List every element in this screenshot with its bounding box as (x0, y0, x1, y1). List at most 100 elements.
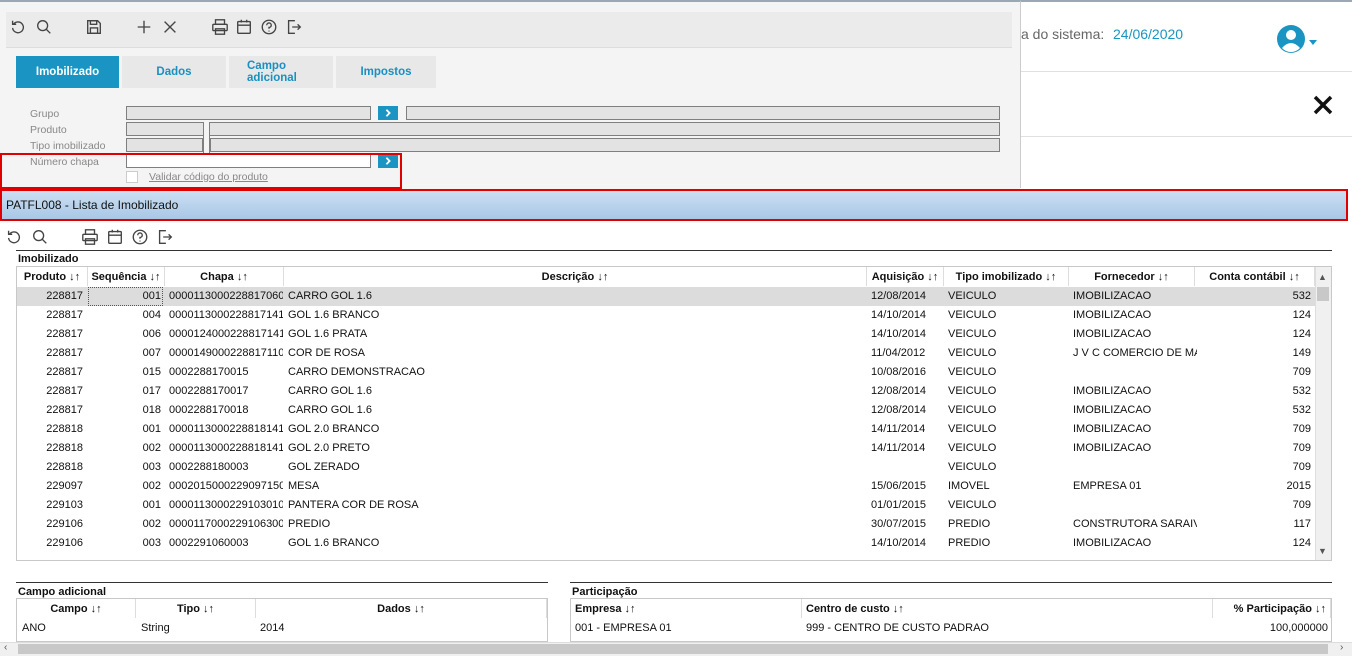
list-print-icon[interactable] (80, 227, 100, 247)
table-cell: 0000149000228817110 (169, 347, 283, 359)
col-aquisicao[interactable]: Aquisição ↓↑ (867, 267, 944, 286)
table-cell: 0002288170017 (169, 385, 249, 397)
list-exit-icon[interactable] (155, 227, 175, 247)
table-cell: 2015 (1286, 480, 1311, 492)
table-cell (1073, 363, 1197, 382)
grid-body: 228817 001 0000113000228817060 CARRO GOL 1.… (17, 287, 1315, 560)
user-avatar-icon[interactable] (1276, 24, 1306, 54)
col-fornecedor[interactable]: Fornecedor ↓↑ (1069, 267, 1195, 286)
tab-imobilizado[interactable]: Imobilizado (16, 56, 119, 88)
calendar-icon[interactable] (234, 17, 254, 37)
col-campo[interactable]: Campo ↓↑ (17, 599, 136, 618)
col-chapa[interactable]: Chapa ↓↑ (165, 267, 284, 286)
grid-scroll-thumb[interactable] (1317, 287, 1329, 301)
table-cell: 003 (142, 537, 161, 549)
tab-impostos[interactable]: Impostos (336, 56, 436, 88)
table-cell: 10/08/2016 (871, 366, 927, 378)
search-icon[interactable] (34, 17, 54, 37)
col-centro-custo[interactable]: Centro de custo ↓↑ (802, 599, 1213, 618)
table-cell: 30/07/2015 (871, 518, 927, 530)
table-cell: 14/10/2014 (871, 537, 927, 549)
table-cell: IMOVEL (948, 480, 990, 492)
tipo-cell: String (141, 622, 170, 634)
print-icon[interactable] (210, 17, 230, 37)
table-cell: IMOBILIZACAO (1073, 328, 1152, 340)
table-cell: 003 (142, 461, 161, 473)
col-tipo-imobilizado[interactable]: Tipo imobilizado ↓↑ (944, 267, 1069, 286)
user-menu-chevron-icon[interactable] (1309, 40, 1317, 45)
grupo-code-field[interactable] (126, 106, 371, 120)
system-date-label: a do sistema: (1021, 26, 1105, 42)
save-icon[interactable] (84, 17, 104, 37)
table-cell: 007 (142, 347, 161, 359)
grid-scrollbar[interactable] (1315, 267, 1331, 560)
table-cell: 12/08/2014 (871, 404, 927, 416)
scroll-right-icon[interactable]: › (1340, 642, 1343, 653)
table-cell: 228817 (46, 404, 83, 416)
table-cell: 229097 (46, 480, 83, 492)
produto-field[interactable] (126, 122, 1000, 136)
tab-campo-adicional[interactable]: Campo adicional (229, 56, 333, 88)
participacao-cell: 100,000000 (1269, 622, 1328, 634)
scroll-up-icon[interactable]: ▲ (1318, 272, 1327, 282)
scroll-left-icon[interactable]: ‹ (4, 642, 7, 653)
col-descricao[interactable]: Descrição ↓↑ (284, 267, 867, 286)
empresa-cell: 001 - EMPRESA 01 (575, 622, 672, 634)
exit-icon[interactable] (284, 17, 304, 37)
table-cell: EMPRESA 01 (1073, 480, 1142, 492)
table-cell: VEICULO (948, 404, 997, 416)
tipo-imobilizado-code-field[interactable] (126, 138, 203, 152)
table-cell: 0002288170015 (169, 366, 249, 378)
page-scroll-thumb[interactable] (18, 644, 1328, 654)
table-cell: IMOBILIZACAO (1073, 385, 1152, 397)
table-cell: 14/11/2014 (871, 442, 926, 454)
refresh-icon[interactable] (8, 17, 28, 37)
system-date-value: 24/06/2020 (1113, 26, 1184, 42)
list-refresh-icon[interactable] (4, 227, 24, 247)
add-icon[interactable] (134, 17, 154, 37)
tab-dados[interactable]: Dados (122, 56, 226, 88)
list-help-icon[interactable] (130, 227, 150, 247)
table-cell: CARRO GOL 1.6 (288, 404, 372, 416)
col-participacao[interactable]: % Participação ↓↑ (1213, 599, 1331, 618)
table-cell: 017 (142, 385, 161, 397)
table-cell: 002 (142, 442, 161, 454)
scroll-down-icon[interactable]: ▼ (1318, 546, 1327, 556)
table-cell: 228817 (46, 366, 83, 378)
table-cell: 228817 (46, 290, 83, 302)
table-cell: PREDIO (288, 518, 331, 530)
table-cell: 709 (1292, 366, 1311, 378)
col-empresa[interactable]: Empresa ↓↑ (571, 599, 802, 618)
table-cell: VEICULO (948, 366, 997, 378)
list-calendar-icon[interactable] (105, 227, 125, 247)
campo-cell: ANO (22, 622, 46, 634)
table-cell (1073, 496, 1197, 515)
table-cell: VEICULO (948, 347, 997, 359)
col-produto[interactable]: Produto ↓↑ (17, 267, 88, 286)
table-cell: VEICULO (948, 309, 997, 321)
col-tipo[interactable]: Tipo ↓↑ (136, 599, 256, 618)
field-separator (203, 122, 210, 154)
table-cell: 018 (142, 404, 161, 416)
table-cell: CARRO GOL 1.6 (288, 290, 372, 302)
table-cell: 117 (1293, 518, 1311, 530)
list-search-icon[interactable] (30, 227, 50, 247)
table-cell: 228817 (46, 309, 83, 321)
cancel-icon[interactable] (160, 17, 180, 37)
table-cell: CONSTRUTORA SARAIV. (1073, 518, 1197, 530)
col-conta-contabil[interactable]: Conta contábil ↓↑ (1195, 267, 1315, 286)
header-divider (1021, 71, 1352, 72)
table-cell: 004 (142, 309, 161, 321)
close-icon[interactable] (1312, 94, 1334, 116)
col-sequencia[interactable]: Sequência ↓↑ (88, 267, 165, 286)
participacao-title: Participação (572, 586, 638, 598)
table-cell: 0002288180003 (169, 461, 249, 473)
grid-top-rule (16, 250, 1332, 251)
col-dados[interactable]: Dados ↓↑ (256, 599, 547, 618)
campo-top-rule (16, 582, 548, 583)
table-cell: VEICULO (948, 499, 997, 511)
grupo-lookup-button[interactable] (378, 106, 398, 120)
grupo-label: Grupo (30, 108, 60, 120)
table-cell: 0000117000229106300 (169, 518, 283, 530)
help-icon[interactable] (259, 17, 279, 37)
